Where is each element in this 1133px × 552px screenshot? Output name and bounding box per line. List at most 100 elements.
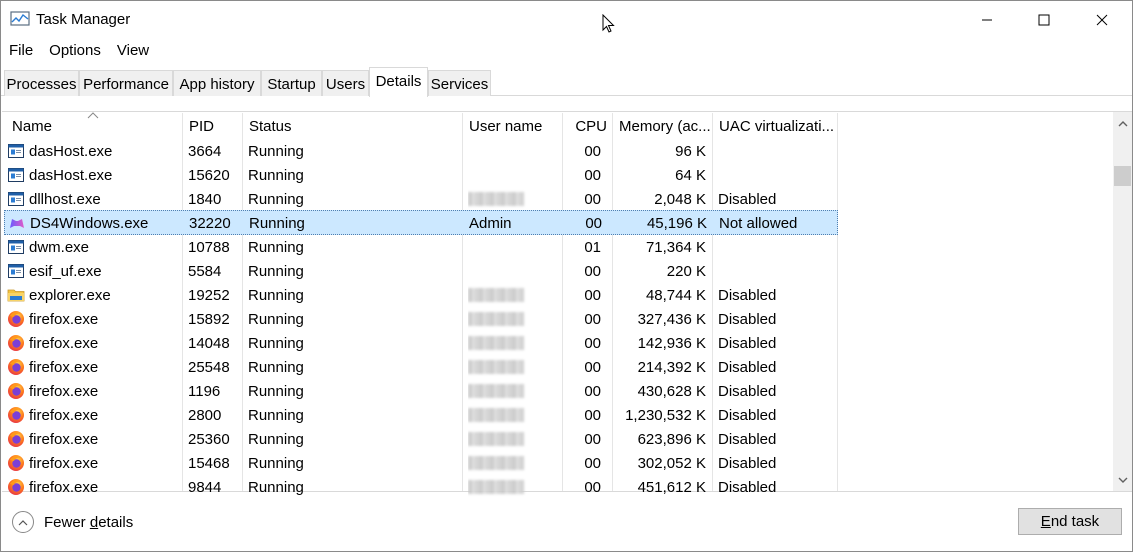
process-user xyxy=(468,163,563,187)
scroll-down-button[interactable] xyxy=(1113,471,1132,489)
process-memory: 64 K xyxy=(675,167,706,184)
process-uac: Disabled xyxy=(718,287,777,304)
table-row[interactable]: firefox.exe 1196 Running 00 430,628 K Disable… xyxy=(4,379,838,403)
process-pid: 14048 xyxy=(188,335,230,352)
process-memory: 430,628 K xyxy=(637,383,706,400)
process-uac: Disabled xyxy=(718,479,777,496)
column-header-uac-virtualization[interactable]: UAC virtualizati... xyxy=(713,114,837,138)
redacted-user-name xyxy=(468,288,524,302)
table-row[interactable]: firefox.exe 15468 Running 00 302,052 K Disabl… xyxy=(4,451,838,475)
process-memory: 451,612 K xyxy=(637,479,706,496)
process-user xyxy=(468,307,563,331)
process-status: Running xyxy=(248,455,304,472)
table-row[interactable]: firefox.exe 9844 Running 00 451,612 K Disable… xyxy=(4,475,838,499)
column-header-status[interactable]: Status xyxy=(243,114,462,138)
process-user xyxy=(468,451,563,475)
process-name: firefox.exe xyxy=(29,383,99,400)
process-memory: 214,392 K xyxy=(637,359,706,376)
process-name: firefox.exe xyxy=(29,455,99,472)
process-uac xyxy=(718,139,836,163)
firefox-icon xyxy=(7,406,25,424)
end-task-button[interactable]: End task xyxy=(1018,508,1122,535)
tab-services[interactable]: Services xyxy=(428,70,491,96)
firefox-icon xyxy=(7,478,25,496)
table-row[interactable]: firefox.exe 25360 Running 00 623,896 K Disabl… xyxy=(4,427,838,451)
process-user xyxy=(468,331,563,355)
fewer-details-toggle[interactable]: Fewer details xyxy=(12,511,133,533)
table-row[interactable]: dwm.exe 10788 Running 01 71,364 K xyxy=(4,235,838,259)
tab-startup[interactable]: Startup xyxy=(261,70,322,96)
table-row[interactable]: dasHost.exe 15620 Running 00 64 K xyxy=(4,163,838,187)
process-cpu: 00 xyxy=(584,143,601,160)
process-memory: 142,936 K xyxy=(637,335,706,352)
table-row[interactable]: dllhost.exe 1840 Running 00 2,048 K Disabled xyxy=(4,187,838,211)
process-cpu: 00 xyxy=(585,215,602,232)
column-header-name[interactable]: Name xyxy=(6,114,183,138)
tab-bar: Processes Performance App history Startu… xyxy=(1,67,1132,97)
title-bar[interactable]: Task Manager xyxy=(1,1,1132,39)
minimize-button[interactable] xyxy=(958,1,1016,39)
table-row[interactable]: DS4Windows.exe 32220 Running Admin 00 45,196 … xyxy=(4,210,838,235)
tab-app-history[interactable]: App history xyxy=(173,70,261,96)
process-uac xyxy=(718,259,836,283)
tab-users[interactable]: Users xyxy=(322,70,369,96)
process-cpu: 00 xyxy=(584,191,601,208)
menu-options[interactable]: Options xyxy=(41,41,109,63)
process-uac: Not allowed xyxy=(719,215,798,232)
table-row[interactable]: firefox.exe 25548 Running 00 214,392 K Disabl… xyxy=(4,355,838,379)
redacted-user-name xyxy=(468,384,524,398)
close-button[interactable] xyxy=(1073,1,1131,39)
mouse-cursor-icon xyxy=(602,14,615,33)
process-uac xyxy=(718,163,836,187)
fewer-details-label: Fewer details xyxy=(44,513,134,531)
table-row[interactable]: firefox.exe 14048 Running 00 142,936 K Disabl… xyxy=(4,331,838,355)
process-user xyxy=(468,283,563,307)
process-user xyxy=(468,475,563,499)
window-app-icon xyxy=(7,238,25,256)
maximize-button[interactable] xyxy=(1015,1,1073,39)
process-memory: 1,230,532 K xyxy=(625,407,706,424)
firefox-icon xyxy=(7,454,25,472)
process-name: firefox.exe xyxy=(29,479,99,496)
redacted-user-name xyxy=(468,360,524,374)
column-header-user-name[interactable]: User name xyxy=(463,114,562,138)
redacted-user-name xyxy=(468,192,524,206)
window-title: Task Manager xyxy=(36,11,131,28)
process-uac: Disabled xyxy=(718,407,777,424)
process-uac: Disabled xyxy=(718,431,777,448)
process-pid: 9844 xyxy=(188,479,222,496)
scroll-up-button[interactable] xyxy=(1113,114,1132,132)
window-app-icon xyxy=(7,190,25,208)
column-header-memory[interactable]: Memory (ac... xyxy=(613,114,712,138)
table-row[interactable]: dasHost.exe 3664 Running 00 96 K xyxy=(4,139,838,163)
table-row[interactable]: firefox.exe 15892 Running 00 327,436 K Disabl… xyxy=(4,307,838,331)
process-status: Running xyxy=(248,431,304,448)
tab-performance[interactable]: Performance xyxy=(79,70,173,96)
firefox-icon xyxy=(7,382,25,400)
menu-view[interactable]: View xyxy=(109,41,157,63)
collapse-circle-icon xyxy=(12,511,34,533)
process-memory: 623,896 K xyxy=(637,431,706,448)
process-pid: 15620 xyxy=(188,167,230,184)
process-user xyxy=(468,403,563,427)
menu-file[interactable]: File xyxy=(1,41,41,63)
table-row[interactable]: explorer.exe 19252 Running 00 48,744 K Disabl… xyxy=(4,283,838,307)
scrollbar-thumb[interactable] xyxy=(1114,166,1131,186)
process-user xyxy=(468,379,563,403)
table-row[interactable]: firefox.exe 2800 Running 00 1,230,532 K Disab… xyxy=(4,403,838,427)
tab-processes[interactable]: Processes xyxy=(4,70,79,96)
redacted-user-name xyxy=(468,408,524,422)
process-memory: 45,196 K xyxy=(646,215,707,232)
vertical-scrollbar[interactable] xyxy=(1113,112,1132,491)
process-uac: Disabled xyxy=(718,311,777,328)
column-header-cpu[interactable]: CPU xyxy=(563,114,613,138)
table-row[interactable]: esif_uf.exe 5584 Running 00 220 K xyxy=(4,259,838,283)
redacted-user-name xyxy=(468,312,524,326)
process-name: dwm.exe xyxy=(29,239,90,256)
process-status: Running xyxy=(248,263,304,280)
tab-details[interactable]: Details xyxy=(369,67,428,97)
process-status: Running xyxy=(248,287,304,304)
column-header-pid[interactable]: PID xyxy=(183,114,242,138)
window-app-icon xyxy=(7,262,25,280)
process-cpu: 00 xyxy=(584,287,601,304)
